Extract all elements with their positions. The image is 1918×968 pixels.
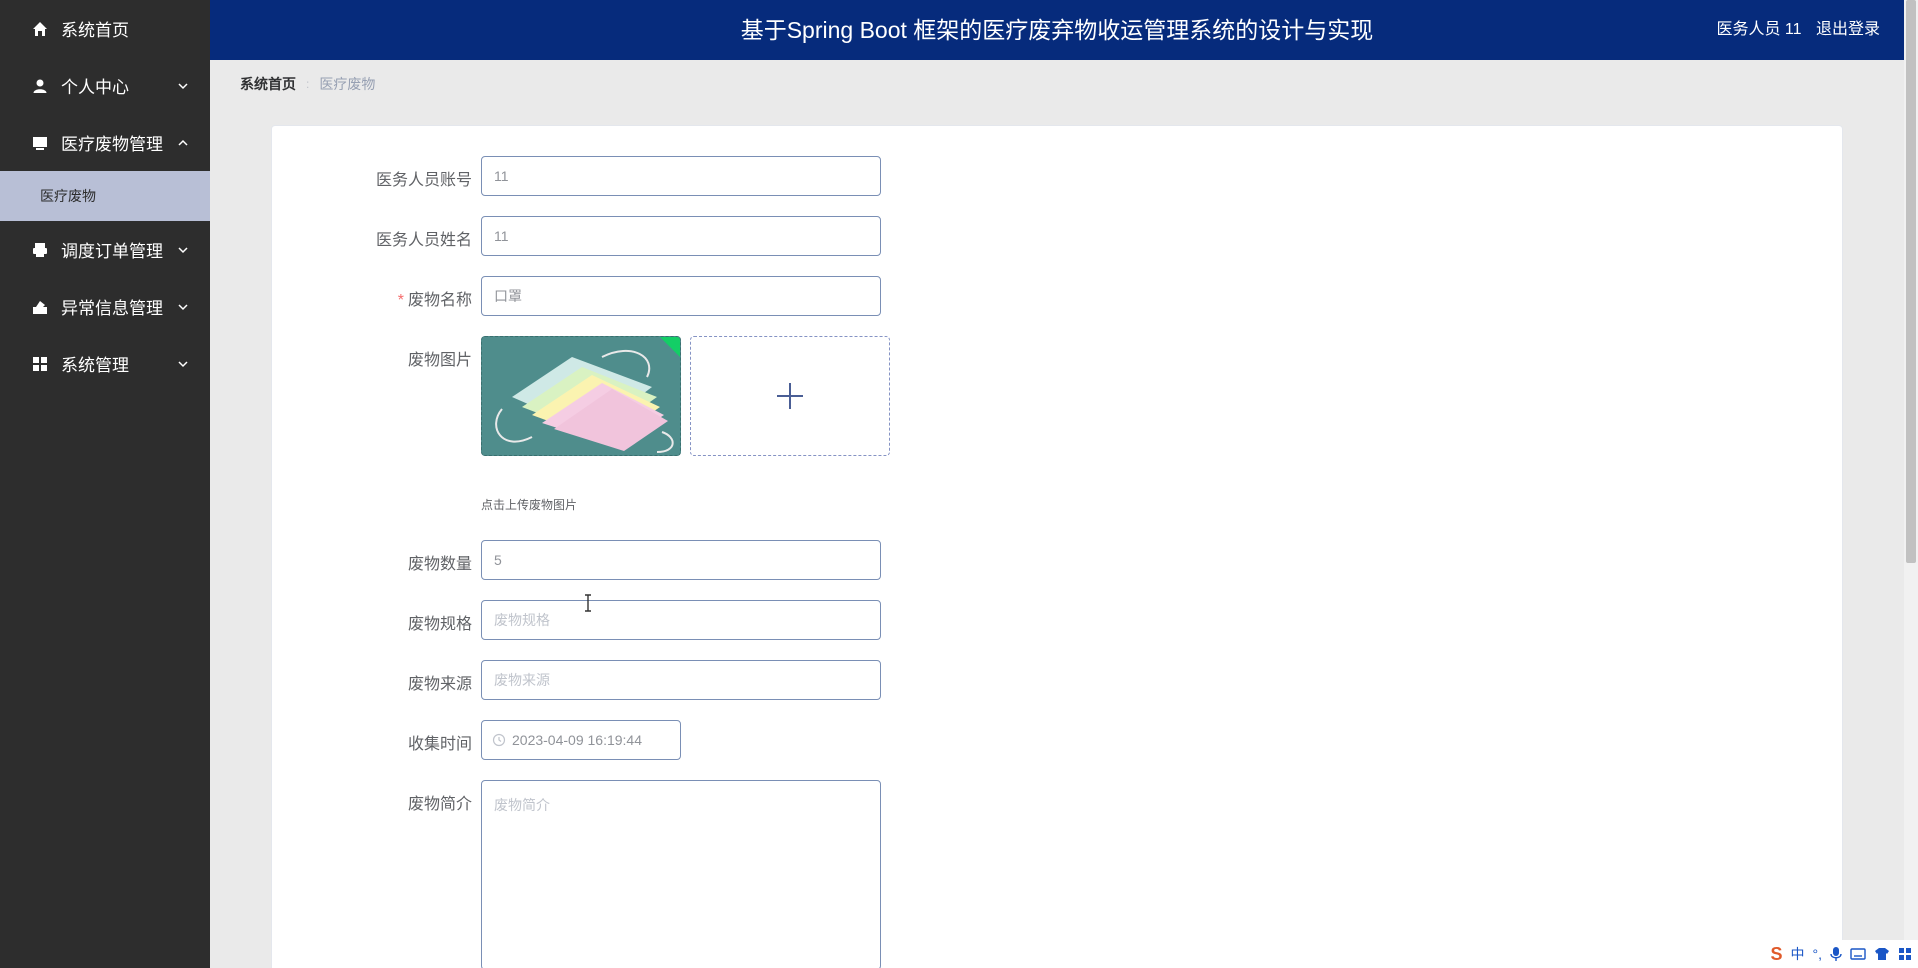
sidebar-item-label: 系统首页	[61, 21, 129, 40]
chevron-down-icon	[178, 360, 188, 367]
collect-time-label: 收集时间	[407, 736, 472, 753]
sidebar-item-personal-center[interactable]: 个人中心	[0, 57, 210, 114]
waste-image-label: 废物图片	[407, 352, 472, 369]
intro-label: 废物简介	[407, 796, 472, 813]
breadcrumb-home[interactable]: 系统首页	[240, 74, 296, 94]
ime-toolbar: S 中 °,	[1764, 940, 1918, 968]
clock-icon	[492, 733, 506, 747]
scrollbar-thumb[interactable]	[1906, 0, 1916, 563]
spec-label: 废物规格	[407, 616, 472, 633]
monitor-icon	[31, 134, 49, 152]
page-title: 基于Spring Boot 框架的医疗废弃物收运管理系统的设计与实现	[740, 17, 1374, 43]
microphone-icon[interactable]	[1830, 946, 1842, 962]
sidebar-item-system-management[interactable]: 系统管理	[0, 335, 210, 392]
account-label: 医务人员账号	[375, 172, 472, 189]
name-label: 医务人员姓名	[375, 232, 472, 249]
upload-tip: 点击上传废物图片	[481, 498, 578, 512]
name-field[interactable]: 11	[481, 216, 881, 256]
breadcrumb: 系统首页 : 医疗废物	[240, 74, 375, 94]
quantity-label: 废物数量	[407, 556, 472, 573]
mask-image	[482, 337, 680, 455]
form-card: 医务人员账号 11 医务人员姓名 11 * 废物名称 口罩 废物图片 点击上传废物…	[271, 125, 1843, 968]
chevron-down-icon	[178, 82, 188, 89]
logout-link[interactable]: 退出登录	[1816, 21, 1880, 38]
required-mark: *	[397, 292, 404, 309]
chevron-down-icon	[178, 303, 188, 310]
collect-time-picker[interactable]: 2023-04-09 16:19:44	[481, 720, 681, 760]
warning-icon	[31, 298, 49, 316]
sidebar-item-home[interactable]: 系统首页	[0, 0, 210, 57]
quantity-field[interactable]: 5	[481, 540, 881, 580]
sogou-logo-icon[interactable]: S	[1770, 944, 1782, 965]
spec-field[interactable]: 废物规格	[481, 600, 881, 640]
sidebar-item-exception-info[interactable]: 异常信息管理	[0, 278, 210, 335]
current-user-label: 医务人员 11	[1716, 21, 1802, 38]
sidebar-item-waste-management[interactable]: 医疗废物管理	[0, 114, 210, 171]
page-scrollbar[interactable]	[1904, 0, 1918, 968]
plus-icon	[777, 383, 803, 409]
sidebar-item-label: 个人中心	[61, 78, 129, 97]
sidebar-item-label: 系统管理	[61, 356, 129, 375]
grid-icon	[31, 355, 49, 373]
collect-time-value: 2023-04-09 16:19:44	[512, 732, 642, 748]
upload-add-button[interactable]	[690, 336, 890, 456]
top-header: 基于Spring Boot 框架的医疗废弃物收运管理系统的设计与实现 医务人员 …	[210, 0, 1904, 60]
chevron-down-icon	[178, 246, 188, 253]
sidebar-item-label: 调度订单管理	[61, 242, 163, 261]
sidebar-item-label: 医疗废物管理	[61, 135, 163, 154]
intro-textarea[interactable]: 废物简介	[481, 780, 881, 968]
breadcrumb-current: 医疗废物	[319, 76, 376, 92]
user-icon	[31, 77, 49, 95]
skin-shirt-icon[interactable]	[1874, 947, 1890, 961]
uploaded-image-thumbnail[interactable]	[481, 336, 681, 456]
ime-language[interactable]: 中	[1791, 944, 1805, 964]
source-label: 废物来源	[407, 676, 472, 693]
ime-punct[interactable]: °,	[1813, 946, 1823, 962]
sidebar-item-label: 异常信息管理	[61, 299, 163, 318]
waste-name-label-text: 废物名称	[407, 292, 472, 309]
waste-name-label: * 废物名称	[272, 286, 472, 310]
keyboard-icon[interactable]	[1850, 947, 1866, 961]
sidebar-item-dispatch-orders[interactable]: 调度订单管理	[0, 221, 210, 278]
source-field[interactable]: 废物来源	[481, 660, 881, 700]
apps-grid-icon[interactable]	[1898, 947, 1912, 961]
home-icon	[31, 20, 49, 38]
breadcrumb-separator: :	[306, 77, 310, 91]
text-cursor-icon	[585, 594, 591, 612]
header-user-area: 医务人员 11 退出登录	[1706, 0, 1880, 60]
sidebar: 系统首页 个人中心 医疗废物管理 医疗废物 调度订单管理 异常信息管理 系统管理	[0, 0, 210, 968]
printer-icon	[31, 241, 49, 259]
waste-name-field[interactable]: 口罩	[481, 276, 881, 316]
chevron-up-icon	[178, 139, 188, 146]
account-field[interactable]: 11	[481, 156, 881, 196]
sidebar-subitem-medical-waste[interactable]: 医疗废物	[0, 171, 210, 221]
